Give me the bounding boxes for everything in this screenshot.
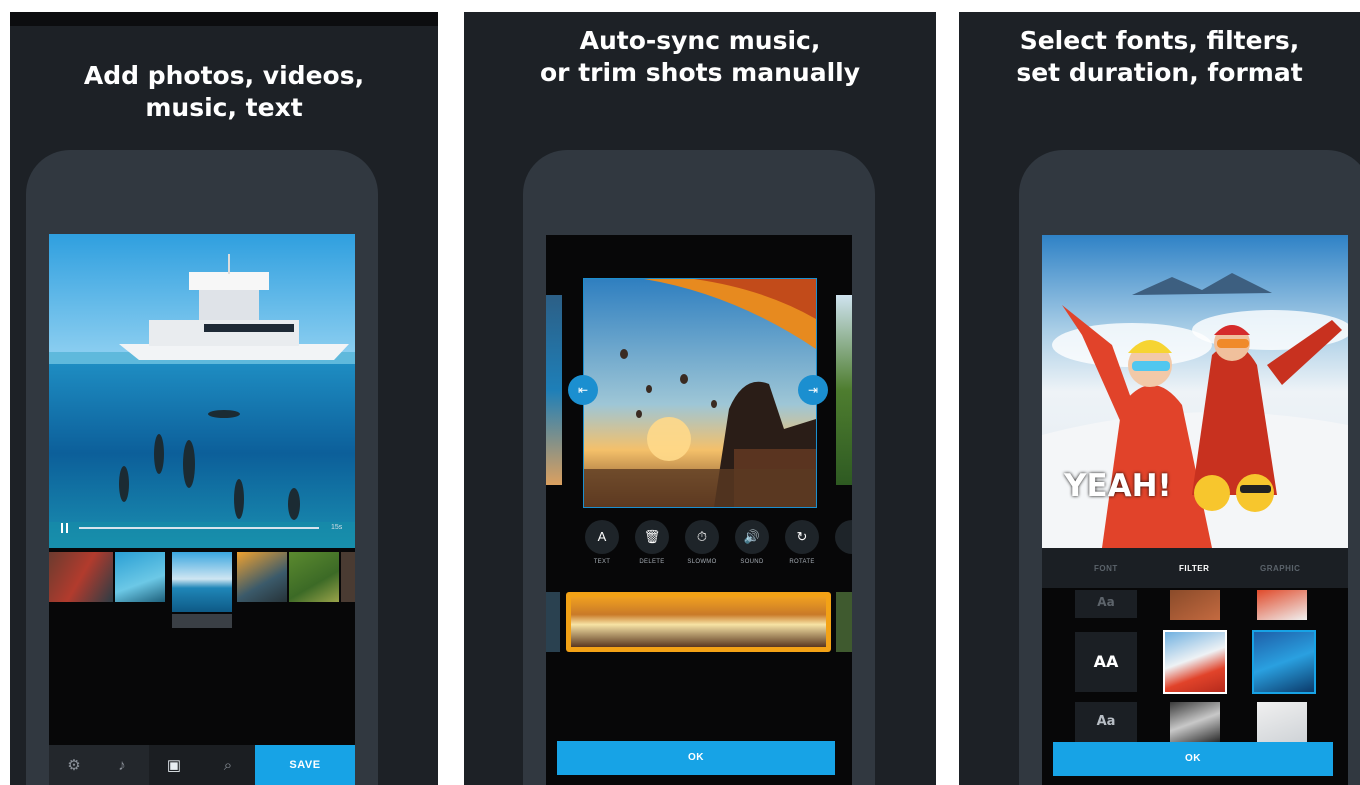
phone-screen: YEAH! FONT FILTER GRAPHIC Aa AA Aa OK (1042, 235, 1348, 785)
timeline-frames (571, 597, 826, 647)
bottom-toolbar: ⚙ ♪ ▣ ⌕ SAVE (49, 745, 355, 785)
font-tile-selected[interactable]: AA (1075, 632, 1137, 692)
phone-screen: ⇤ ⇥ A TEXT 🗑 DELETE ⏱ SLOWMO 🔊 SOUND ↻ R… (546, 235, 852, 785)
panel-headline: Select fonts, filters, set duration, for… (959, 25, 1360, 89)
rotate-icon[interactable]: ↻ (785, 520, 819, 554)
sound-icon[interactable]: 🔊 (735, 520, 769, 554)
yacht-photo (49, 234, 355, 548)
toolbar-left-group (49, 745, 149, 785)
clip-thumbnail[interactable] (341, 552, 355, 602)
pause-icon[interactable] (61, 523, 69, 533)
balloons-photo (584, 279, 816, 507)
filter-thumbnail[interactable] (1170, 702, 1220, 742)
ok-button[interactable]: OK (557, 741, 835, 775)
clip-strip[interactable] (49, 552, 355, 628)
music-icon[interactable]: ♪ (113, 757, 131, 775)
phone-screen: 15s ⚙ ♪ ▣ ⌕ SAVE (49, 234, 355, 785)
status-bar-strip (10, 12, 438, 26)
filter-icon[interactable]: ⚙ (65, 757, 83, 775)
phone-mockup: YEAH! FONT FILTER GRAPHIC Aa AA Aa OK (1019, 150, 1360, 785)
photo-preview[interactable]: YEAH! (1042, 235, 1348, 548)
clip-thumbnail[interactable] (237, 552, 287, 602)
selected-clip-duration (172, 614, 232, 628)
tool-label-sound: SOUND (740, 559, 764, 565)
graphic-thumbnail-selected[interactable] (1252, 630, 1316, 694)
timeline-prev-clip (546, 592, 560, 652)
tool-label-slowmo: SLOWMO (687, 559, 717, 565)
tab-font[interactable]: FONT (1094, 564, 1118, 573)
clip-thumbnail[interactable] (115, 552, 165, 602)
save-button[interactable]: SAVE (255, 745, 355, 785)
tool-label-text: TEXT (593, 559, 611, 565)
clip-tools: A TEXT 🗑 DELETE ⏱ SLOWMO 🔊 SOUND ↻ ROTAT… (546, 520, 852, 570)
clip-thumbnail-selected[interactable] (172, 552, 232, 612)
font-tile[interactable]: Aa (1075, 702, 1137, 742)
style-tabs: FONT FILTER GRAPHIC (1042, 548, 1348, 588)
promo-panel-music-trim: Auto-sync music, or trim shots manually (464, 12, 936, 785)
headline-line-2: set duration, format (1016, 58, 1303, 87)
headline-line-1: Select fonts, filters, (1019, 26, 1300, 55)
phone-mockup: ⇤ ⇥ A TEXT 🗑 DELETE ⏱ SLOWMO 🔊 SOUND ↻ R… (523, 150, 875, 785)
headline-line-1: Add photos, videos, (83, 61, 365, 90)
tab-filter[interactable]: FILTER (1179, 564, 1209, 573)
trim-timeline[interactable] (566, 592, 831, 652)
phone-mockup: 15s ⚙ ♪ ▣ ⌕ SAVE (26, 150, 378, 785)
filter-thumbnail-selected[interactable] (1163, 630, 1227, 694)
filter-thumbnail[interactable] (1170, 590, 1220, 620)
delete-icon[interactable]: 🗑 (635, 520, 669, 554)
previous-clip[interactable] (546, 295, 562, 485)
panel-headline: Add photos, videos, music, text (10, 60, 438, 124)
headline-line-1: Auto-sync music, (579, 26, 821, 55)
next-clip[interactable] (836, 295, 852, 485)
promo-panel-add-media: Add photos, videos, music, text 15s ⚙ ♪ … (10, 12, 438, 785)
headline-line-2: music, text (145, 93, 303, 122)
trim-handle-left-icon[interactable]: ⇤ (568, 375, 598, 405)
slowmo-icon[interactable]: ⏱ (685, 520, 719, 554)
promo-panel-style: Select fonts, filters, set duration, for… (959, 12, 1360, 785)
media-icon[interactable]: ▣ (165, 757, 183, 775)
video-preview[interactable]: 15s (49, 234, 355, 548)
panel-headline: Auto-sync music, or trim shots manually (464, 25, 936, 89)
ok-button[interactable]: OK (1053, 742, 1333, 776)
search-icon[interactable]: ⌕ (219, 757, 237, 775)
scrubber-track[interactable] (79, 527, 319, 529)
graphic-thumbnail[interactable] (1257, 702, 1307, 742)
timeline-neighbor-clip (836, 592, 852, 652)
tool-label-rotate: ROTATE (789, 559, 815, 565)
tab-graphic[interactable]: GRAPHIC (1260, 564, 1300, 573)
trim-handle-right-icon[interactable]: ⇥ (798, 375, 828, 405)
headline-line-2: or trim shots manually (539, 58, 861, 87)
overlay-text[interactable]: YEAH! (1064, 468, 1172, 504)
font-tile[interactable]: Aa (1075, 590, 1137, 618)
more-tools-icon[interactable] (835, 520, 852, 554)
text-icon[interactable]: A (585, 520, 619, 554)
tool-label-delete: DELETE (639, 559, 665, 565)
elapsed-time: 15s (331, 524, 343, 531)
clip-thumbnail[interactable] (49, 552, 113, 602)
graphic-thumbnail[interactable] (1257, 590, 1307, 620)
selected-clip[interactable] (583, 278, 817, 508)
clip-thumbnail[interactable] (289, 552, 339, 602)
